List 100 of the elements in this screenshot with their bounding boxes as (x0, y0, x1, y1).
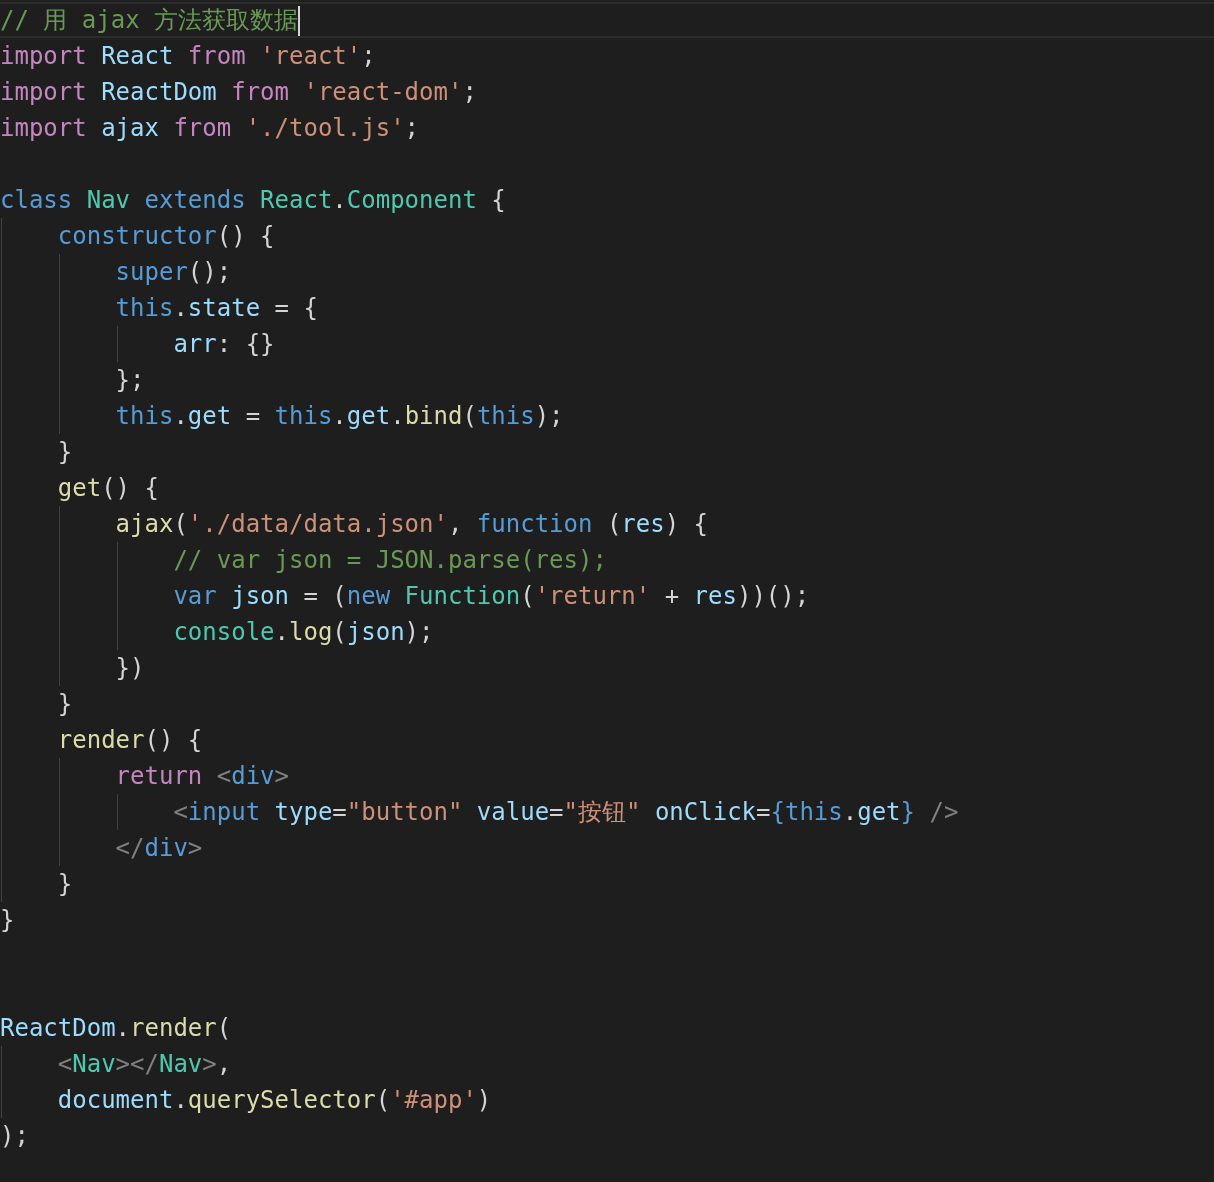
code-string: 'react-dom' (303, 78, 463, 106)
code-identifier: type (274, 798, 333, 826)
code-identifier: arr (173, 330, 217, 358)
code-type-name: Nav (158, 1050, 203, 1078)
code-string: './data/data.json' (187, 510, 448, 538)
code-tag-bracket: ></ (115, 1050, 159, 1078)
code-identifier: document (57, 1086, 174, 1114)
code-tag-bracket: < (216, 762, 232, 790)
code-punctuation: ; (462, 78, 477, 106)
code-keyword: } (900, 798, 917, 826)
code-function-name: log (289, 618, 333, 646)
code-punctuation: ; (361, 42, 376, 70)
code-punctuation: } (57, 438, 73, 466)
code-tag-bracket: < (173, 798, 188, 826)
code-function-name: render (130, 1014, 217, 1042)
code-punctuation: . (274, 618, 289, 646)
code-punctuation: ; (404, 114, 420, 142)
code-punctuation: = ( (302, 582, 347, 610)
code-punctuation: ); (534, 402, 564, 430)
code-keyword: function (476, 510, 593, 538)
code-type-name: console (173, 618, 275, 646)
code-punctuation: . (332, 186, 347, 214)
text-cursor (298, 6, 301, 36)
code-punctuation: } (57, 690, 73, 718)
code-identifier: value (476, 798, 550, 826)
code-identifier: ReactDom (0, 1014, 116, 1042)
code-punctuation: () { (144, 726, 203, 754)
code-punctuation: }) (115, 654, 145, 682)
code-keyword: input (187, 798, 262, 826)
code-keyword: import (0, 78, 88, 106)
code-tag-bracket: /> (929, 798, 959, 826)
code-punctuation: = (549, 798, 564, 826)
code-keyword: from (231, 78, 290, 106)
code-punctuation: ( (520, 582, 535, 610)
code-keyword: return (115, 762, 204, 790)
code-keyword: extends (144, 186, 247, 214)
code-identifier: React (101, 42, 175, 70)
code-keyword: div (231, 762, 275, 790)
code-keyword: this (274, 402, 333, 430)
code-punctuation: ); (404, 618, 434, 646)
code-identifier: json (346, 618, 405, 646)
code-type-name: Nav (86, 186, 132, 214)
code-type-name: React (260, 186, 333, 214)
code-identifier: res (693, 582, 737, 610)
code-identifier: ReactDom (101, 78, 218, 106)
code-identifier: onClick (654, 798, 757, 826)
code-type-name: Component (346, 186, 477, 214)
code-punctuation: }; (115, 366, 145, 394)
code-punctuation: = { (273, 294, 318, 322)
code-punctuation: + (663, 582, 681, 610)
code-comment: // var json = JSON.parse(res); (173, 546, 607, 574)
code-keyword: this (476, 402, 535, 430)
code-punctuation: . (842, 798, 858, 826)
code-tag-bracket: </ (115, 834, 145, 862)
code-string: "button" (346, 798, 464, 826)
code-punctuation: ( (605, 510, 622, 538)
code-keyword: var (173, 582, 218, 610)
code-keyword: super (115, 258, 188, 286)
code-punctuation: . (332, 402, 347, 430)
code-punctuation: } (0, 906, 15, 934)
code-identifier: json (231, 582, 289, 610)
code-punctuation: ); (0, 1122, 29, 1150)
code-keyword: import (0, 114, 88, 142)
code-function-name: ajax (115, 510, 174, 538)
code-tag-bracket: > (187, 834, 203, 862)
code-punctuation: ) { (664, 510, 709, 538)
code-keyword: {this (770, 798, 843, 826)
code-function-name: render (57, 726, 145, 754)
code-punctuation: ))(); (736, 582, 810, 610)
code-punctuation: ( (216, 1014, 232, 1042)
code-punctuation: , (216, 1050, 232, 1078)
code-identifier: ajax (101, 114, 160, 142)
code-keyword: from (173, 114, 233, 142)
code-identifier: get (187, 402, 232, 430)
code-punctuation: . (390, 402, 405, 430)
code-punctuation: , (447, 510, 464, 538)
code-keyword: import (0, 42, 88, 70)
code-punctuation: = (244, 402, 262, 430)
code-punctuation: () { (216, 222, 275, 250)
code-function-name: querySelector (187, 1086, 376, 1114)
code-punctuation: . (115, 1014, 131, 1042)
code-keyword: this (115, 402, 174, 430)
code-function-name: get (57, 474, 102, 502)
code-punctuation: } (57, 870, 73, 898)
code-punctuation: () { (101, 474, 159, 502)
code-type-name: Function (404, 582, 521, 610)
code-punctuation: . (173, 294, 188, 322)
code-identifier: state (187, 294, 261, 322)
code-punctuation: ( (332, 618, 347, 646)
code-type-name: Nav (72, 1050, 116, 1078)
code-punctuation: (); (187, 258, 232, 286)
code-keyword: constructor (57, 222, 217, 250)
code-keyword: class (0, 186, 74, 214)
indent-guide (116, 326, 118, 362)
code-identifier: res (621, 510, 665, 538)
code-punctuation: ( (173, 510, 188, 538)
code-punctuation: ) (476, 1086, 492, 1114)
code-punctuation: . (173, 1086, 188, 1114)
code-punctuation: ( (375, 1086, 391, 1114)
code-string: "按钮" (563, 798, 642, 826)
